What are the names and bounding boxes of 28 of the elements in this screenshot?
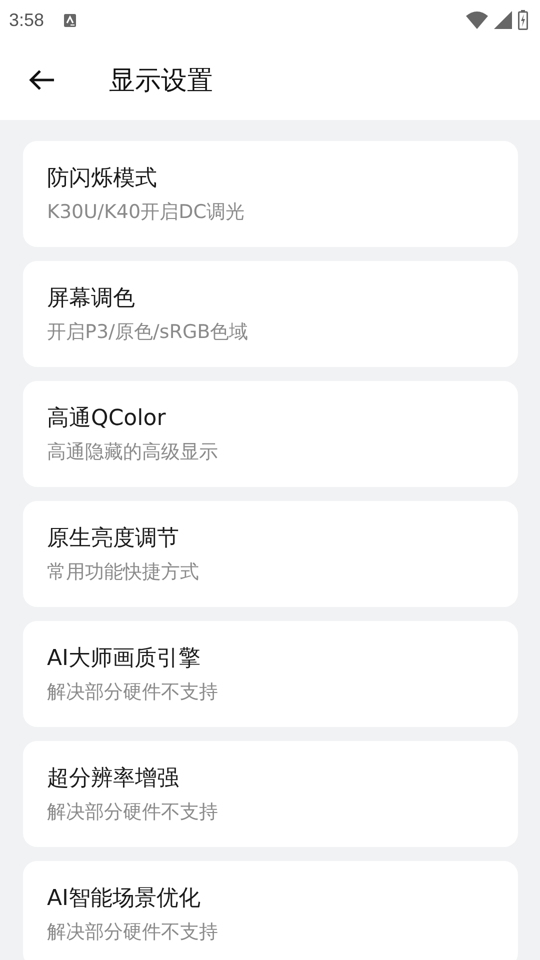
- back-arrow-icon[interactable]: [29, 69, 55, 91]
- setting-description: K30U/K40开启DC调光: [47, 200, 246, 224]
- settings-card[interactable]: AI大师画质引擎 解决部分硬件不支持: [23, 621, 518, 727]
- wifi-icon: [466, 11, 488, 29]
- page-title: 显示设置: [109, 64, 213, 98]
- setting-title: 原生亮度调节: [47, 525, 180, 553]
- setting-title: AI智能场景优化: [47, 885, 202, 913]
- setting-description: 解决部分硬件不支持: [47, 680, 219, 704]
- setting-description: 常用功能快捷方式: [47, 560, 200, 584]
- setting-description: 解决部分硬件不支持: [47, 920, 219, 944]
- settings-card[interactable]: 高通QColor 高通隐藏的高级显示: [23, 381, 518, 487]
- battery-charging-icon: [518, 10, 528, 30]
- setting-description: 开启P3/原色/sRGB色域: [47, 320, 250, 344]
- settings-card[interactable]: 屏幕调色 开启P3/原色/sRGB色域: [23, 261, 518, 367]
- settings-card[interactable]: 超分辨率增强 解决部分硬件不支持: [23, 741, 518, 847]
- setting-title: 防闪烁模式: [47, 165, 158, 193]
- status-time: 3:58: [9, 10, 44, 30]
- setting-description: 高通隐藏的高级显示: [47, 440, 219, 464]
- settings-card[interactable]: 原生亮度调节 常用功能快捷方式: [23, 501, 518, 607]
- settings-card[interactable]: 防闪烁模式 K30U/K40开启DC调光: [23, 141, 518, 247]
- setting-title: 高通QColor: [47, 405, 167, 433]
- signal-icon: [494, 11, 512, 29]
- setting-title: 屏幕调色: [47, 285, 136, 313]
- setting-title: 超分辨率增强: [47, 765, 180, 793]
- settings-card[interactable]: AI智能场景优化 解决部分硬件不支持: [23, 861, 518, 960]
- setting-title: AI大师画质引擎: [47, 645, 202, 673]
- setting-description: 解决部分硬件不支持: [47, 800, 219, 824]
- notification-icon: [64, 14, 76, 26]
